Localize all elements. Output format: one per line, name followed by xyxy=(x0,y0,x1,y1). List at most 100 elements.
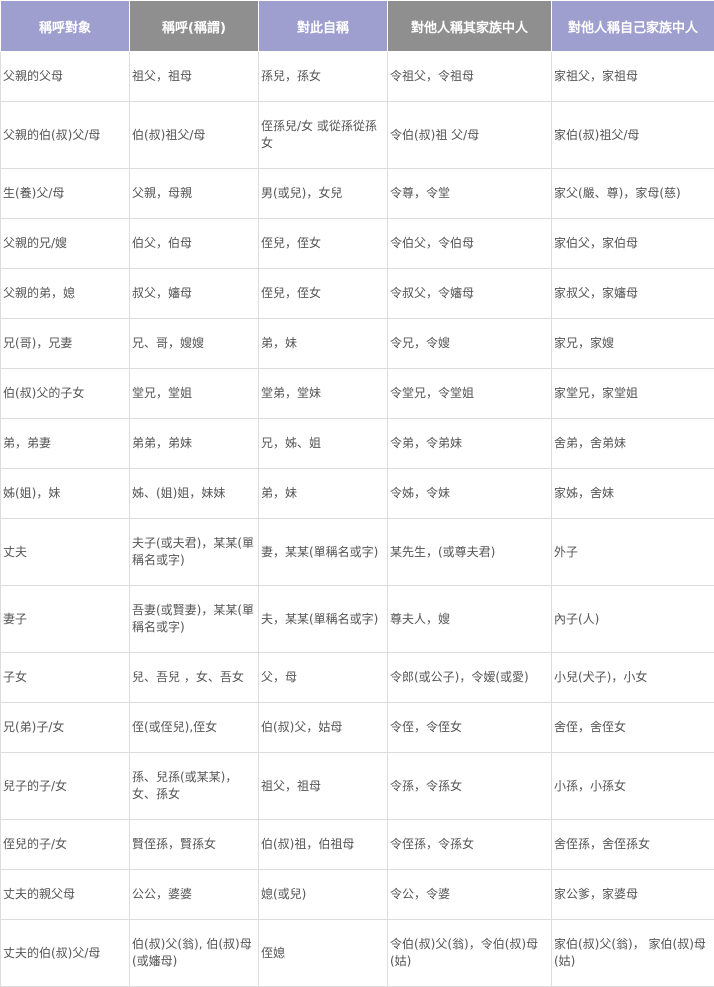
header-target: 稱呼對象 xyxy=(1,1,130,52)
kinship-terms-table: 稱呼對象 稱呼(稱謂) 對此自稱 對他人稱其家族中人 對他人稱自己家族中人 父親… xyxy=(0,0,714,987)
cell-others-family: 令堂兄，令堂姐 xyxy=(388,369,552,419)
cell-title: 孫、兒孫(或某某)，女、孫女 xyxy=(130,753,259,820)
cell-own-family: 家叔父，家嬸母 xyxy=(552,269,714,319)
cell-own-family: 家伯父，家伯母 xyxy=(552,219,714,269)
cell-title: 兄、哥，嫂嫂 xyxy=(130,319,259,369)
cell-own-family: 家祖父，家祖母 xyxy=(552,52,714,102)
cell-title: 賢侄孫，賢孫女 xyxy=(130,820,259,870)
cell-own-family: 家堂兄，家堂姐 xyxy=(552,369,714,419)
cell-others-family: 令伯(叔)父(翁)，令伯(叔)母(姑) xyxy=(388,920,552,987)
cell-own-family: 家伯(叔)父(翁)， 家伯(叔)母(姑) xyxy=(552,920,714,987)
cell-own-family: 內子(人) xyxy=(552,586,714,653)
table-row: 子女 兒、吾兒 ，女、吾女 父，母 令郎(或公子)，令嫒(或愛) 小兒(犬子)，… xyxy=(1,653,714,703)
table-row: 侄兒的子/女 賢侄孫，賢孫女 伯(叔)祖，伯祖母 令侄孫，令孫女 舍侄孫，舍侄孫… xyxy=(1,820,714,870)
cell-others-family: 令侄，令侄女 xyxy=(388,703,552,753)
cell-own-family: 家伯(叔)祖父/母 xyxy=(552,102,714,169)
table-row: 丈夫的伯(叔)父/母 伯(叔)父(翁), 伯(叔)母(或嬸母) 侄媳 令伯(叔)… xyxy=(1,920,714,987)
cell-others-family: 某先生，(或尊夫君) xyxy=(388,519,552,586)
cell-self-reference: 弟，妹 xyxy=(259,469,388,519)
cell-self-reference: 夫，某某(單稱名或字) xyxy=(259,586,388,653)
cell-others-family: 令弟，令弟妹 xyxy=(388,419,552,469)
cell-others-family: 令孫，令孫女 xyxy=(388,753,552,820)
cell-target: 子女 xyxy=(1,653,130,703)
cell-target: 丈夫的伯(叔)父/母 xyxy=(1,920,130,987)
cell-self-reference: 孫兒，孫女 xyxy=(259,52,388,102)
cell-title: 侄(或侄兒),侄女 xyxy=(130,703,259,753)
cell-self-reference: 媳(或兒) xyxy=(259,870,388,920)
cell-own-family: 舍侄孫，舍侄孫女 xyxy=(552,820,714,870)
cell-target: 弟，弟妻 xyxy=(1,419,130,469)
cell-target: 丈夫 xyxy=(1,519,130,586)
cell-others-family: 令尊，令堂 xyxy=(388,169,552,219)
table-row: 姊(姐)，妹 姊、(姐)姐，妹妹 弟，妹 令姊，令妹 家姊，舍妹 xyxy=(1,469,714,519)
cell-title: 堂兄，堂姐 xyxy=(130,369,259,419)
cell-others-family: 令伯父，令伯母 xyxy=(388,219,552,269)
cell-self-reference: 伯(叔)父，姑母 xyxy=(259,703,388,753)
cell-own-family: 舍弟，舍弟妹 xyxy=(552,419,714,469)
cell-self-reference: 男(或兒)，女兒 xyxy=(259,169,388,219)
cell-title: 弟弟，弟妹 xyxy=(130,419,259,469)
table-row: 父親的父母 祖父，祖母 孫兒，孫女 令祖父，令祖母 家祖父，家祖母 xyxy=(1,52,714,102)
cell-title: 伯(叔)祖父/母 xyxy=(130,102,259,169)
table-row: 丈夫 夫子(或夫君)，某某(單稱名或字) 妻，某某(單稱名或字) 某先生，(或尊… xyxy=(1,519,714,586)
cell-self-reference: 侄兒，侄女 xyxy=(259,219,388,269)
header-title: 稱呼(稱謂) xyxy=(130,1,259,52)
cell-own-family: 家公爹，家婆母 xyxy=(552,870,714,920)
header-self-reference: 對此自稱 xyxy=(259,1,388,52)
cell-target: 姊(姐)，妹 xyxy=(1,469,130,519)
cell-self-reference: 祖父，祖母 xyxy=(259,753,388,820)
table-row: 父親的弟，媳 叔父，嬸母 侄兒，侄女 令叔父，令嬸母 家叔父，家嬸母 xyxy=(1,269,714,319)
cell-target: 生(養)父/母 xyxy=(1,169,130,219)
cell-others-family: 令郎(或公子)，令嫒(或愛) xyxy=(388,653,552,703)
cell-self-reference: 父，母 xyxy=(259,653,388,703)
table-body: 父親的父母 祖父，祖母 孫兒，孫女 令祖父，令祖母 家祖父，家祖母 父親的伯(叔… xyxy=(1,52,714,987)
cell-own-family: 小兒(犬子)，小女 xyxy=(552,653,714,703)
cell-title: 姊、(姐)姐，妹妹 xyxy=(130,469,259,519)
cell-self-reference: 堂弟，堂妹 xyxy=(259,369,388,419)
cell-others-family: 令叔父，令嬸母 xyxy=(388,269,552,319)
table-row: 伯(叔)父的子女 堂兄，堂姐 堂弟，堂妹 令堂兄，令堂姐 家堂兄，家堂姐 xyxy=(1,369,714,419)
cell-target: 父親的弟，媳 xyxy=(1,269,130,319)
table-row: 父親的兄/嫂 伯父，伯母 侄兒，侄女 令伯父，令伯母 家伯父，家伯母 xyxy=(1,219,714,269)
cell-target: 父親的伯(叔)父/母 xyxy=(1,102,130,169)
cell-own-family: 外子 xyxy=(552,519,714,586)
table-row: 丈夫的親父母 公公，婆婆 媳(或兒) 令公，令婆 家公爹，家婆母 xyxy=(1,870,714,920)
cell-title: 祖父，祖母 xyxy=(130,52,259,102)
cell-own-family: 小孫，小孫女 xyxy=(552,753,714,820)
table-row: 兄(哥)，兄妻 兄、哥，嫂嫂 弟，妹 令兄，令嫂 家兄，家嫂 xyxy=(1,319,714,369)
cell-self-reference: 侄孫兒/女 或從孫從孫女 xyxy=(259,102,388,169)
cell-own-family: 家父(嚴、尊)，家母(慈) xyxy=(552,169,714,219)
cell-others-family: 尊夫人，嫂 xyxy=(388,586,552,653)
cell-title: 伯(叔)父(翁), 伯(叔)母(或嬸母) xyxy=(130,920,259,987)
cell-target: 兄(哥)，兄妻 xyxy=(1,319,130,369)
cell-own-family: 家兄，家嫂 xyxy=(552,319,714,369)
header-row: 稱呼對象 稱呼(稱謂) 對此自稱 對他人稱其家族中人 對他人稱自己家族中人 xyxy=(1,1,714,52)
table-row: 弟，弟妻 弟弟，弟妹 兄，姊、姐 令弟，令弟妹 舍弟，舍弟妹 xyxy=(1,419,714,469)
cell-others-family: 令侄孫，令孫女 xyxy=(388,820,552,870)
cell-own-family: 舍侄，舍侄女 xyxy=(552,703,714,753)
cell-title: 公公，婆婆 xyxy=(130,870,259,920)
cell-own-family: 家姊，舍妹 xyxy=(552,469,714,519)
table-row: 兄(弟)子/女 侄(或侄兒),侄女 伯(叔)父，姑母 令侄，令侄女 舍侄，舍侄女 xyxy=(1,703,714,753)
cell-target: 妻子 xyxy=(1,586,130,653)
cell-target: 兒子的子/女 xyxy=(1,753,130,820)
cell-self-reference: 侄媳 xyxy=(259,920,388,987)
cell-target: 父親的父母 xyxy=(1,52,130,102)
cell-target: 伯(叔)父的子女 xyxy=(1,369,130,419)
cell-target: 侄兒的子/女 xyxy=(1,820,130,870)
header-others-family: 對他人稱其家族中人 xyxy=(388,1,552,52)
table-row: 妻子 吾妻(或賢妻)，某某(單稱名或字) 夫，某某(單稱名或字) 尊夫人，嫂 內… xyxy=(1,586,714,653)
cell-self-reference: 伯(叔)祖，伯祖母 xyxy=(259,820,388,870)
table-row: 生(養)父/母 父親，母親 男(或兒)，女兒 令尊，令堂 家父(嚴、尊)，家母(… xyxy=(1,169,714,219)
cell-others-family: 令姊，令妹 xyxy=(388,469,552,519)
cell-self-reference: 弟，妹 xyxy=(259,319,388,369)
cell-others-family: 令公，令婆 xyxy=(388,870,552,920)
cell-target: 父親的兄/嫂 xyxy=(1,219,130,269)
cell-target: 兄(弟)子/女 xyxy=(1,703,130,753)
cell-title: 吾妻(或賢妻)，某某(單稱名或字) xyxy=(130,586,259,653)
cell-self-reference: 兄，姊、姐 xyxy=(259,419,388,469)
cell-title: 伯父，伯母 xyxy=(130,219,259,269)
cell-title: 夫子(或夫君)，某某(單稱名或字) xyxy=(130,519,259,586)
table-row: 父親的伯(叔)父/母 伯(叔)祖父/母 侄孫兒/女 或從孫從孫女 令伯(叔)祖 … xyxy=(1,102,714,169)
cell-title: 父親，母親 xyxy=(130,169,259,219)
